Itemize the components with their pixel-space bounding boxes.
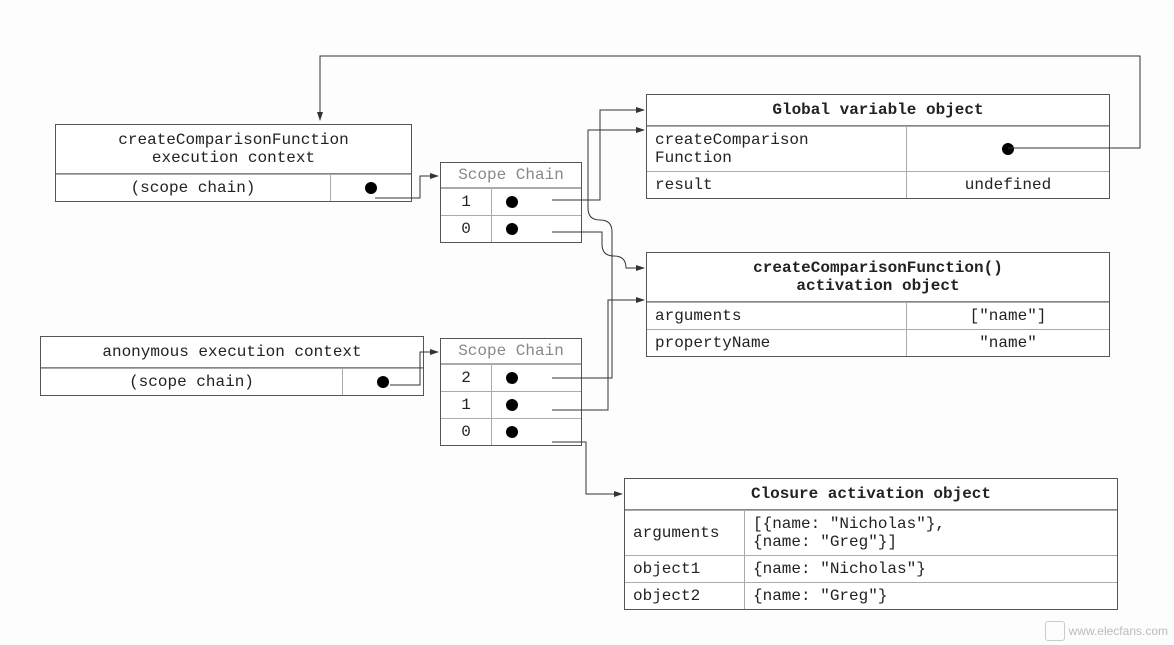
closure-activation-object: Closure activation object arguments [{na… bbox=[624, 478, 1118, 610]
cao-key-1: object1 bbox=[625, 556, 745, 582]
ao-title-l2: activation object bbox=[651, 277, 1105, 295]
ao-val-1: "name" bbox=[907, 330, 1109, 356]
gvo-val-1: undefined bbox=[907, 172, 1109, 198]
scope-chain-2: Scope Chain 2 1 0 bbox=[440, 338, 582, 446]
ctx2-scope-label: (scope chain) bbox=[41, 369, 343, 395]
scope-chain-1: Scope Chain 1 0 bbox=[440, 162, 582, 243]
pointer-dot bbox=[506, 399, 518, 411]
ctx1-title-l2: execution context bbox=[60, 149, 407, 167]
cao-title: Closure activation object bbox=[625, 479, 1117, 510]
scope-chain-header: Scope Chain bbox=[441, 339, 581, 364]
pointer-dot bbox=[1002, 143, 1014, 155]
ctx1-title: createComparisonFunction execution conte… bbox=[56, 125, 411, 174]
ao-key-0: arguments bbox=[647, 303, 907, 329]
sc1-idx-0: 0 bbox=[441, 216, 492, 242]
cao-key-2: object2 bbox=[625, 583, 745, 609]
watermark-text: www.elecfans.com bbox=[1069, 624, 1168, 638]
sc2-idx-1: 1 bbox=[441, 392, 492, 418]
pointer-dot bbox=[506, 426, 518, 438]
ctx1-scope-label: (scope chain) bbox=[56, 175, 331, 201]
ctx1-title-l1: createComparisonFunction bbox=[60, 131, 407, 149]
sc2-idx-2: 2 bbox=[441, 365, 492, 391]
watermark-logo-icon bbox=[1045, 621, 1065, 641]
pointer-dot bbox=[506, 372, 518, 384]
cao-val-2: {name: "Greg"} bbox=[745, 583, 1117, 609]
cao-key-0: arguments bbox=[625, 511, 745, 555]
watermark: www.elecfans.com bbox=[1045, 621, 1168, 641]
ao-title-l1: createComparisonFunction() bbox=[651, 259, 1105, 277]
pointer-dot bbox=[365, 182, 377, 194]
ao-title: createComparisonFunction() activation ob… bbox=[647, 253, 1109, 302]
gvo-title: Global variable object bbox=[647, 95, 1109, 126]
gvo-key-1: result bbox=[647, 172, 907, 198]
gvo-key-0b: Function bbox=[655, 149, 898, 167]
cao-val-0b: {name: "Greg"}] bbox=[753, 533, 1109, 551]
gvo-key-0a: createComparison bbox=[655, 131, 898, 149]
ao-key-1: propertyName bbox=[647, 330, 907, 356]
scope-chain-header: Scope Chain bbox=[441, 163, 581, 188]
sc1-idx-1: 1 bbox=[441, 189, 492, 215]
exec-context-2: anonymous execution context (scope chain… bbox=[40, 336, 424, 396]
pointer-dot bbox=[377, 376, 389, 388]
pointer-dot bbox=[506, 223, 518, 235]
cao-val-0a: [{name: "Nicholas"}, bbox=[753, 515, 1109, 533]
exec-context-1: createComparisonFunction execution conte… bbox=[55, 124, 412, 202]
ao-val-0: ["name"] bbox=[907, 303, 1109, 329]
ctx2-title: anonymous execution context bbox=[41, 337, 423, 368]
cao-val-1: {name: "Nicholas"} bbox=[745, 556, 1117, 582]
global-variable-object: Global variable object createComparison … bbox=[646, 94, 1110, 199]
sc2-idx-0: 0 bbox=[441, 419, 492, 445]
activation-object: createComparisonFunction() activation ob… bbox=[646, 252, 1110, 357]
pointer-dot bbox=[506, 196, 518, 208]
